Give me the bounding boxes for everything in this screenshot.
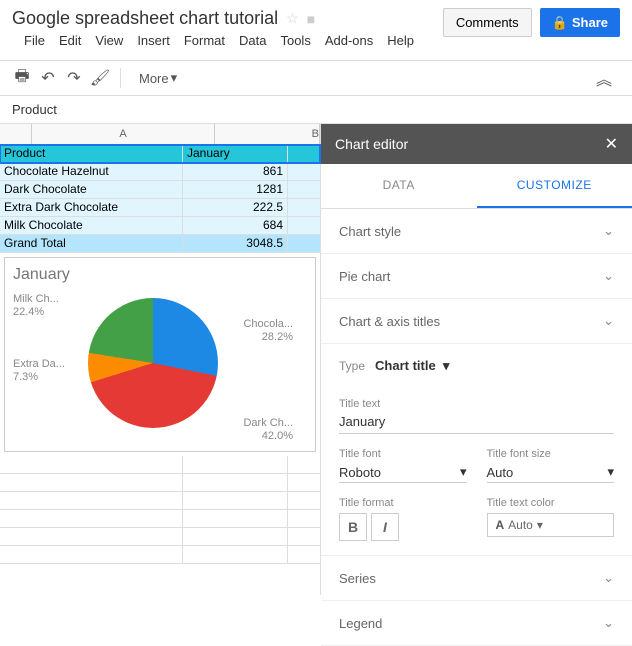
chevron-down-icon: ▾ — [460, 464, 467, 480]
menu-insert[interactable]: Insert — [137, 33, 170, 48]
document-title[interactable]: Google spreadsheet chart tutorial — [12, 8, 278, 29]
section-chart-style[interactable]: Chart style ⌄ — [321, 209, 632, 254]
bold-button[interactable]: B — [339, 513, 367, 541]
type-label: Type — [339, 359, 365, 373]
pie-label: Dark Ch...42.0% — [243, 417, 293, 443]
toolbar: 🖶 ↶ ↷ 🖌 More ▾ ︽ — [0, 60, 632, 96]
redo-icon[interactable]: ↷ — [64, 68, 84, 88]
paint-format-icon[interactable]: 🖌 — [90, 68, 110, 88]
pie-label: Milk Ch...22.4% — [13, 293, 59, 319]
chevron-down-icon: ⌄ — [603, 570, 614, 586]
title-font-label: Title font — [339, 448, 467, 460]
col-header-a[interactable]: A — [32, 124, 215, 144]
chevron-down-icon: ⌄ — [603, 615, 614, 631]
type-dropdown[interactable]: Chart title ▾ — [375, 358, 449, 374]
undo-icon[interactable]: ↶ — [38, 68, 58, 88]
section-pie-chart[interactable]: Pie chart ⌄ — [321, 254, 632, 299]
title-font-size-label: Title font size — [487, 448, 615, 460]
tab-data[interactable]: DATA — [321, 164, 477, 208]
table-total-row[interactable]: Grand Total 3048.5 — [0, 235, 320, 253]
table-row[interactable]: Extra Dark Chocolate 222.5 — [0, 199, 320, 217]
title-color-label: Title text color — [487, 497, 615, 509]
title-font-size-dropdown[interactable]: Auto▾ — [487, 464, 615, 483]
menu-view[interactable]: View — [95, 33, 123, 48]
tab-customize[interactable]: CUSTOMIZE — [477, 164, 632, 208]
share-button[interactable]: 🔒 Share — [540, 8, 620, 37]
spreadsheet: A B Product January Chocolate Hazelnut 8… — [0, 124, 320, 595]
chevron-down-icon: ⌄ — [603, 223, 614, 239]
col-header-b[interactable]: B — [215, 124, 320, 144]
header: Google spreadsheet chart tutorial ☆ ■ Co… — [0, 0, 632, 60]
title-color-picker[interactable]: A Auto ▾ — [487, 513, 615, 537]
comments-button[interactable]: Comments — [443, 8, 532, 37]
menu-help[interactable]: Help — [387, 33, 414, 48]
pie-label: Chocola...28.2% — [243, 318, 293, 344]
section-series[interactable]: Series ⌄ — [321, 556, 632, 601]
menu-data[interactable]: Data — [239, 33, 266, 48]
table-row[interactable]: Milk Chocolate 684 — [0, 217, 320, 235]
type-selector-row: Type Chart title ▾ — [321, 344, 632, 384]
title-text-input[interactable]: January — [339, 414, 614, 434]
chart-editor: Chart editor ✕ DATA CUSTOMIZE Chart styl… — [320, 124, 632, 595]
divider — [120, 68, 121, 88]
print-icon[interactable]: 🖶 — [12, 68, 32, 88]
title-format-label: Title format — [339, 497, 467, 509]
collapse-icon[interactable]: ︽ — [596, 66, 612, 90]
menu-format[interactable]: Format — [184, 33, 225, 48]
chart-embed[interactable]: January Milk Ch...22.4% Chocola...28.2% … — [4, 257, 316, 452]
title-font-dropdown[interactable]: Roboto▾ — [339, 464, 467, 483]
more-button[interactable]: More ▾ — [131, 66, 185, 90]
title-text-label: Title text — [339, 398, 614, 410]
chevron-down-icon: ▾ — [607, 464, 614, 480]
folder-icon[interactable]: ■ — [307, 11, 315, 27]
chevron-down-icon: ⌄ — [603, 268, 614, 284]
close-icon[interactable]: ✕ — [605, 134, 618, 154]
star-icon[interactable]: ☆ — [286, 10, 299, 27]
chart-title: January — [13, 266, 307, 284]
chevron-down-icon: ▾ — [171, 70, 178, 86]
chevron-down-icon: ▾ — [537, 518, 543, 532]
menu-tools[interactable]: Tools — [280, 33, 310, 48]
italic-button[interactable]: I — [371, 513, 399, 541]
menu-edit[interactable]: Edit — [59, 33, 81, 48]
table-row[interactable]: Chocolate Hazelnut 861 — [0, 163, 320, 181]
pie-chart — [88, 298, 218, 428]
menu-file[interactable]: File — [24, 33, 45, 48]
pie-label: Extra Da...7.3% — [13, 358, 65, 384]
lock-icon: 🔒 — [552, 15, 568, 31]
select-all-corner[interactable] — [0, 124, 32, 144]
section-chart-axis-titles[interactable]: Chart & axis titles ⌄ — [321, 299, 632, 344]
editor-header: Chart editor ✕ — [321, 124, 632, 164]
menu-addons[interactable]: Add-ons — [325, 33, 373, 48]
table-header-row[interactable]: Product January — [0, 145, 320, 163]
section-legend[interactable]: Legend ⌄ — [321, 601, 632, 646]
editor-title: Chart editor — [335, 136, 408, 152]
name-box[interactable]: Product — [0, 96, 632, 124]
table-row[interactable]: Dark Chocolate 1281 — [0, 181, 320, 199]
chevron-down-icon: ⌄ — [603, 313, 614, 329]
